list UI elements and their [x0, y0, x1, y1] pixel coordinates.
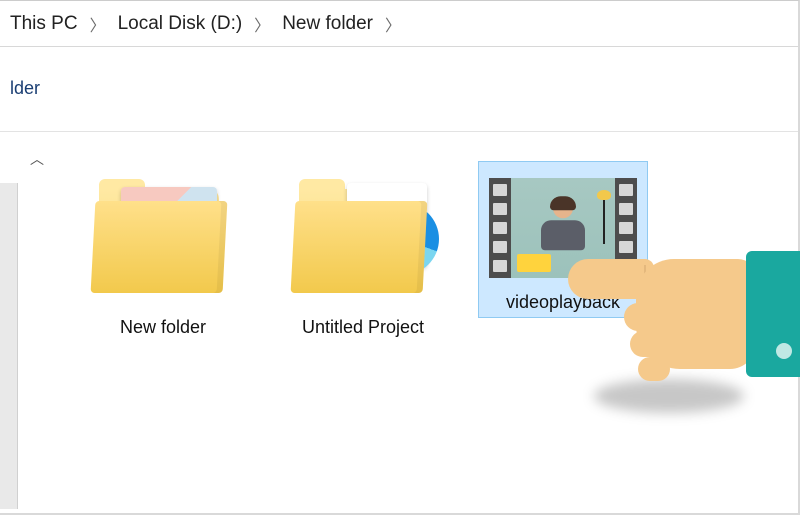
folder-icon — [289, 161, 437, 311]
item-label: New folder — [120, 311, 206, 338]
chevron-right-icon: 〉 — [248, 12, 276, 36]
item-label: Untitled Project — [302, 311, 424, 338]
folder-item-new-folder[interactable]: New folder — [78, 161, 248, 338]
breadcrumb-crumb-new-folder[interactable]: New folder — [276, 9, 379, 39]
breadcrumb-crumb-this-pc[interactable]: This PC — [4, 9, 84, 39]
folder-icon — [89, 161, 237, 311]
folder-item-untitled-project[interactable]: Untitled Project — [278, 161, 448, 338]
sidebar-partial-label: lder — [10, 78, 40, 99]
file-list: New folder Untitled Project — [18, 141, 796, 509]
explorer-window: This PC 〉 Local Disk (D:) 〉 New folder 〉… — [0, 0, 800, 515]
breadcrumb[interactable]: This PC 〉 Local Disk (D:) 〉 New folder 〉 — [0, 1, 798, 47]
chevron-right-icon: 〉 — [84, 12, 112, 36]
content-divider — [0, 131, 798, 132]
scrollbar-gutter[interactable] — [0, 183, 18, 509]
breadcrumb-crumb-local-disk[interactable]: Local Disk (D:) — [112, 9, 249, 39]
item-label: videoplayback — [506, 288, 620, 313]
chevron-right-icon: 〉 — [379, 12, 407, 36]
sidebar-fragment: lder — [0, 78, 44, 128]
video-thumbnail-icon — [489, 168, 637, 288]
video-item-videoplayback[interactable]: videoplayback — [478, 161, 648, 318]
